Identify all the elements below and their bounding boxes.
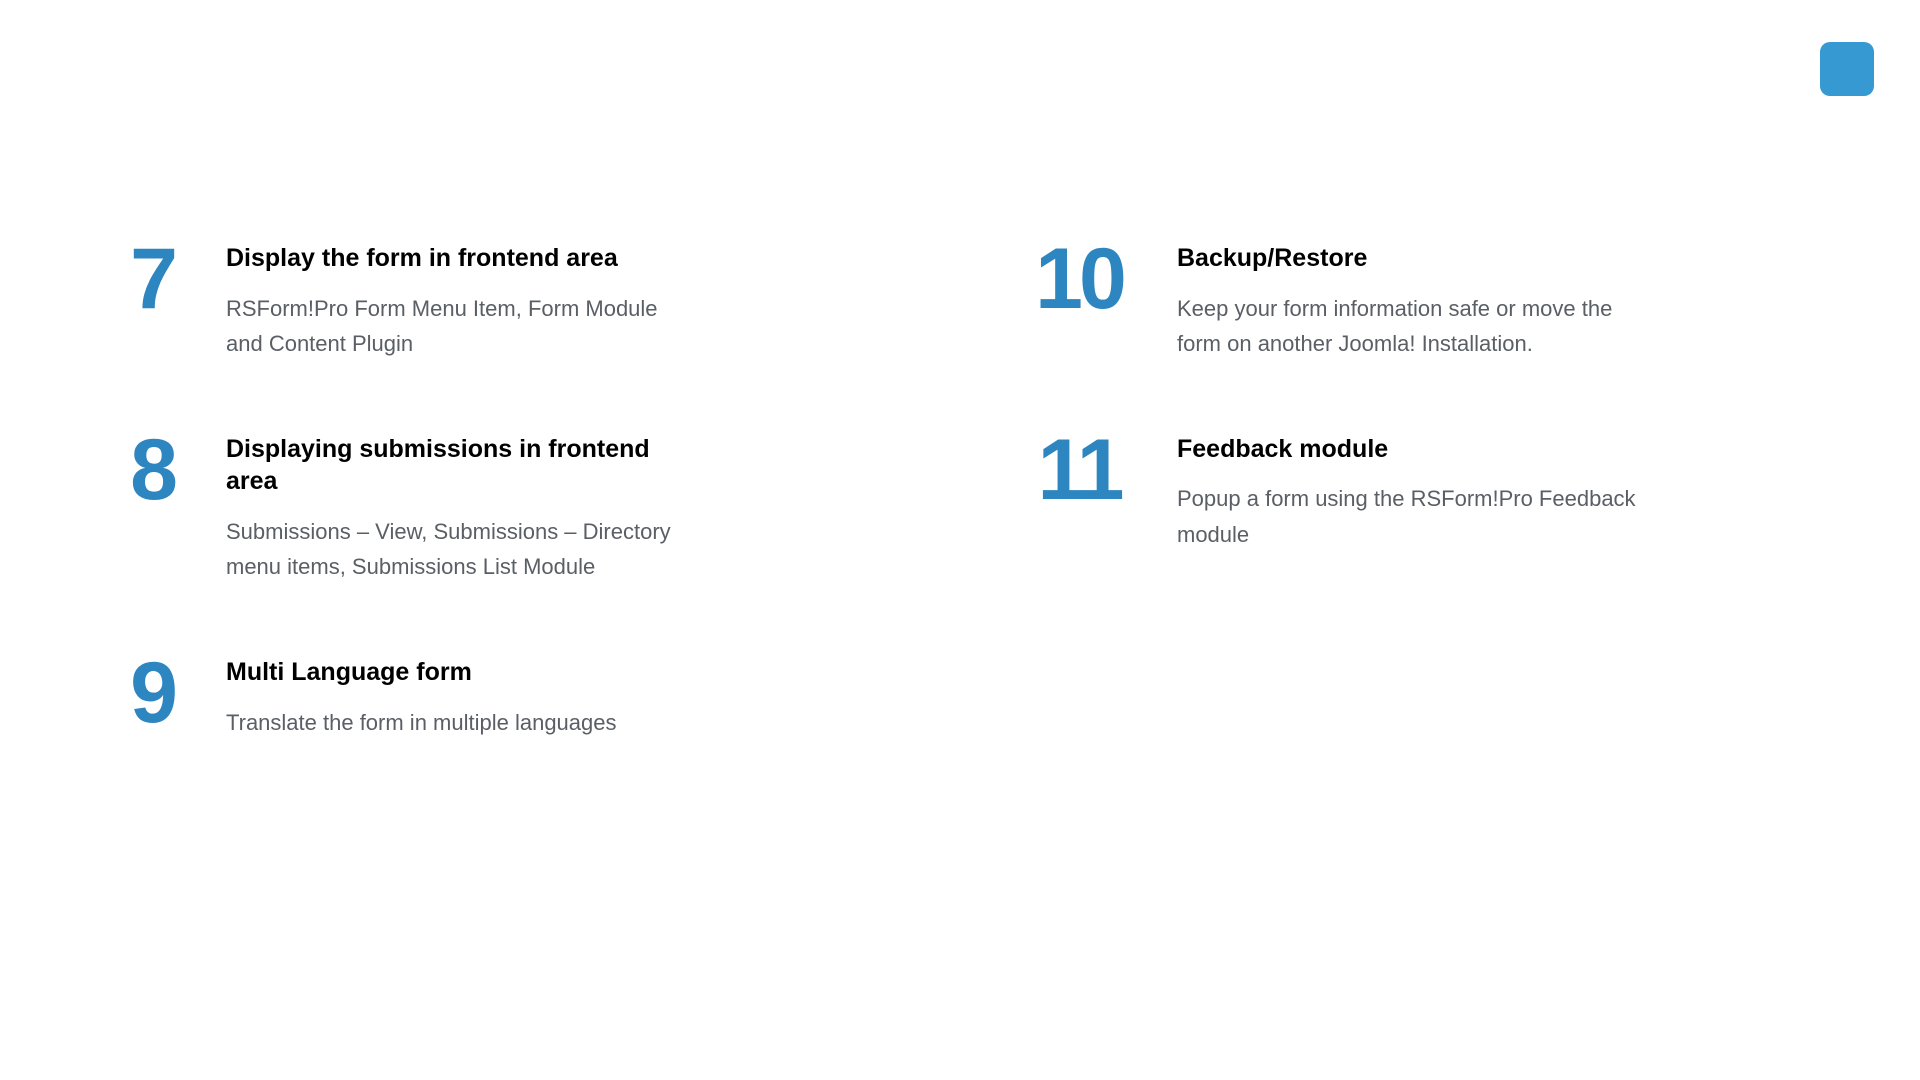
item-number: 9 (118, 654, 188, 733)
item-text: Backup/Restore Keep your form informatio… (1177, 240, 1637, 361)
item-description: Popup a form using the RSForm!Pro Feedba… (1177, 481, 1637, 551)
item-title: Backup/Restore (1177, 242, 1637, 275)
item-description: Translate the form in multiple languages (226, 705, 617, 740)
item-text: Display the form in frontend area RSForm… (226, 240, 686, 361)
item-number: 10 (1019, 240, 1139, 319)
item-number: 11 (1019, 431, 1139, 510)
list-item: 9 Multi Language form Translate the form… (118, 654, 919, 740)
item-text: Feedback module Popup a form using the R… (1177, 431, 1637, 552)
content-columns: 7 Display the form in frontend area RSFo… (118, 240, 1820, 740)
list-item: 7 Display the form in frontend area RSFo… (118, 240, 919, 361)
item-title: Display the form in frontend area (226, 242, 686, 275)
item-title: Feedback module (1177, 433, 1637, 466)
item-text: Displaying submissions in frontend area … (226, 431, 686, 584)
list-item: 8 Displaying submissions in frontend are… (118, 431, 919, 584)
item-number: 7 (118, 240, 188, 319)
list-item: 11 Feedback module Popup a form using th… (1019, 431, 1820, 552)
item-title: Multi Language form (226, 656, 617, 689)
item-description: Submissions – View, Submissions – Direct… (226, 514, 686, 584)
item-text: Multi Language form Translate the form i… (226, 654, 617, 740)
left-column: 7 Display the form in frontend area RSFo… (118, 240, 919, 740)
item-description: RSForm!Pro Form Menu Item, Form Module a… (226, 291, 686, 361)
item-number: 8 (118, 431, 188, 510)
list-item: 10 Backup/Restore Keep your form informa… (1019, 240, 1820, 361)
item-title: Displaying submissions in frontend area (226, 433, 686, 498)
corner-decoration-icon (1820, 42, 1874, 96)
right-column: 10 Backup/Restore Keep your form informa… (1019, 240, 1820, 740)
item-description: Keep your form information safe or move … (1177, 291, 1637, 361)
